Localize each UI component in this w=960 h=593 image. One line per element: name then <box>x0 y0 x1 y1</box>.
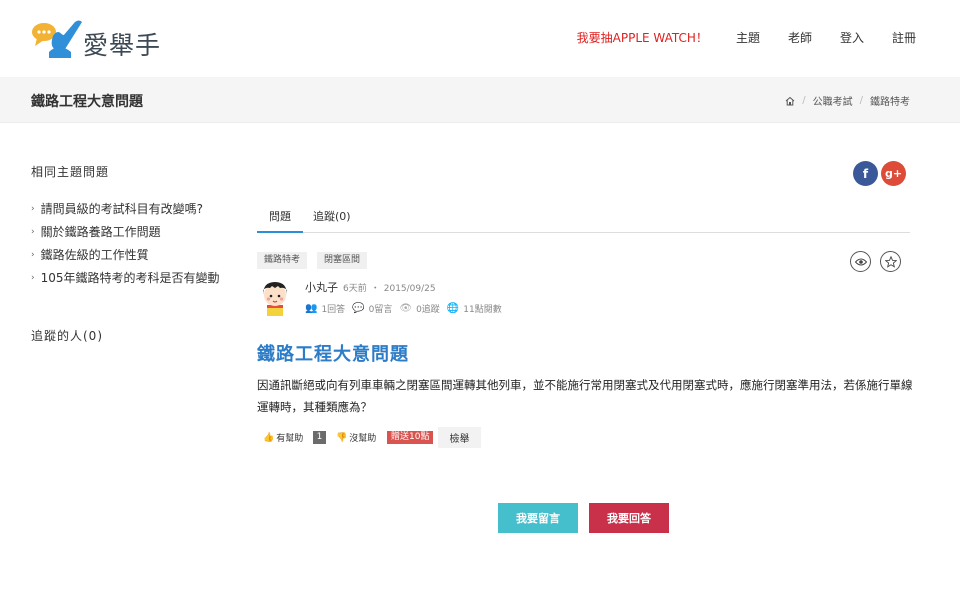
post-date: 2015/09/25 <box>383 284 436 294</box>
main-nav: 我要抽APPLE WATCH！ 主題 老師 登入 註冊 <box>549 28 916 48</box>
tag-chip[interactable]: 閉塞區間 <box>317 252 368 269</box>
bounty-badge: 贈送10點 <box>387 431 434 444</box>
eye-icon: 👁 <box>399 303 413 314</box>
eye-icon <box>854 258 867 265</box>
question-title: 鐵路工程大意問題 <box>257 344 409 365</box>
meta-dot: ・ <box>370 284 380 294</box>
chevron-right-icon: › <box>31 226 35 237</box>
views-count: 11點閱數 <box>463 305 502 315</box>
nav-promo-link[interactable]: 我要抽APPLE WATCH！ <box>577 28 708 48</box>
related-item-label: 關於鐵路養路工作問題 <box>40 225 161 239</box>
tab-follow[interactable]: 追蹤(0) <box>313 208 351 233</box>
related-item-label: 鐵路佐級的工作性質 <box>40 248 149 262</box>
comments-count: 0留言 <box>368 305 393 315</box>
chevron-right-icon: › <box>31 272 35 283</box>
chevron-right-icon: › <box>31 249 35 260</box>
related-item[interactable]: › 鐵路佐級的工作性質 <box>31 243 220 266</box>
favorite-button[interactable] <box>880 251 901 272</box>
related-item-label: 請問員級的考試科目有改變嗎? <box>40 202 203 216</box>
followers-heading: 追蹤的人(0) <box>31 329 103 343</box>
related-heading: 相同主題問題 <box>31 165 110 179</box>
nav-topics-link[interactable]: 主題 <box>736 28 760 48</box>
related-item[interactable]: › 關於鐵路養路工作問題 <box>31 220 220 243</box>
nav-register-link[interactable]: 註冊 <box>892 28 916 48</box>
related-item[interactable]: › 105年鐵路特考的考科是否有變動 <box>31 266 220 289</box>
breadcrumb: / 公職考試 / 鐵路特考 <box>785 93 910 108</box>
author-line: 小丸子 6天前 ・ 2015/09/25 <box>305 279 436 295</box>
users-icon: 👥 <box>305 303 318 314</box>
answer-button[interactable]: 我要回答 <box>589 503 669 533</box>
report-button[interactable]: 檢舉 <box>438 427 481 448</box>
googleplus-share-button[interactable]: g+ <box>881 161 906 186</box>
facebook-share-button[interactable]: f <box>853 161 878 186</box>
content-tabs: 問題 追蹤(0) <box>257 201 910 233</box>
related-item[interactable]: › 請問員級的考試科目有改變嗎? <box>31 197 220 220</box>
nav-login-link[interactable]: 登入 <box>840 28 864 48</box>
home-icon[interactable] <box>785 96 795 106</box>
helpful-label: 有幫助 <box>276 434 304 444</box>
tag-chip[interactable]: 鐵路特考 <box>257 252 308 269</box>
avatar[interactable] <box>257 278 293 316</box>
question-body: 因通訊斷絕或向有列車車輛之閉塞區間運轉其他列車，並不能施行常用閉塞式及代用閉塞式… <box>257 378 913 414</box>
facebook-icon: f <box>862 166 869 181</box>
star-icon <box>884 255 897 268</box>
breadcrumb-separator: / <box>859 95 863 106</box>
related-item-label: 105年鐵路特考的考科是否有變動 <box>40 271 220 285</box>
views-stat: 🌐 11點閱數 <box>447 302 502 315</box>
site-header: 愛舉手 我要抽APPLE WATCH！ 主題 老師 登入 註冊 <box>0 0 960 77</box>
tab-question[interactable]: 問題 <box>257 208 303 233</box>
nav-teachers-link[interactable]: 老師 <box>788 28 812 48</box>
post-time-ago: 6天前 <box>343 284 367 294</box>
breadcrumb-separator: / <box>802 95 806 106</box>
follows-count: 0追蹤 <box>416 305 440 315</box>
breadcrumb-level2[interactable]: 鐵路特考 <box>870 93 910 108</box>
thumbs-down-icon: 👎 <box>336 432 348 443</box>
unhelpful-button[interactable]: 👎 沒幫助 <box>336 431 377 445</box>
title-bar: 鐵路工程大意問題 / 公職考試 / 鐵路特考 <box>0 77 960 123</box>
comment-button[interactable]: 我要留言 <box>498 503 578 533</box>
question-stats: 👥 1回答 💬 0留言 👁 0追蹤 🌐 11點閱數 <box>305 302 509 315</box>
unhelpful-label: 沒幫助 <box>349 434 377 444</box>
logo-icon <box>32 20 82 58</box>
logo-text: 愛舉手 <box>83 31 162 60</box>
globe-icon: 🌐 <box>446 303 460 314</box>
author-name[interactable]: 小丸子 <box>305 279 338 295</box>
answers-count: 1回答 <box>321 305 346 315</box>
answers-stat: 👥 1回答 <box>305 302 345 315</box>
thumbs-up-icon: 👍 <box>263 432 275 443</box>
breadcrumb-level1[interactable]: 公職考試 <box>813 93 853 108</box>
follows-stat: 👁 0追蹤 <box>399 302 439 315</box>
chevron-right-icon: › <box>31 203 35 214</box>
googleplus-icon: g+ <box>884 167 903 180</box>
related-list: › 請問員級的考試科目有改變嗎? › 關於鐵路養路工作問題 › 鐵路佐級的工作性質 ›… <box>31 197 220 289</box>
comment-icon: 💬 <box>352 303 365 314</box>
page-title: 鐵路工程大意問題 <box>31 94 143 110</box>
site-logo[interactable]: 愛舉手 <box>31 16 171 60</box>
helpful-count: 1 <box>313 431 326 444</box>
comments-stat: 💬 0留言 <box>352 302 392 315</box>
helpful-button[interactable]: 👍 有幫助 <box>263 431 304 445</box>
watch-button[interactable] <box>850 251 871 272</box>
